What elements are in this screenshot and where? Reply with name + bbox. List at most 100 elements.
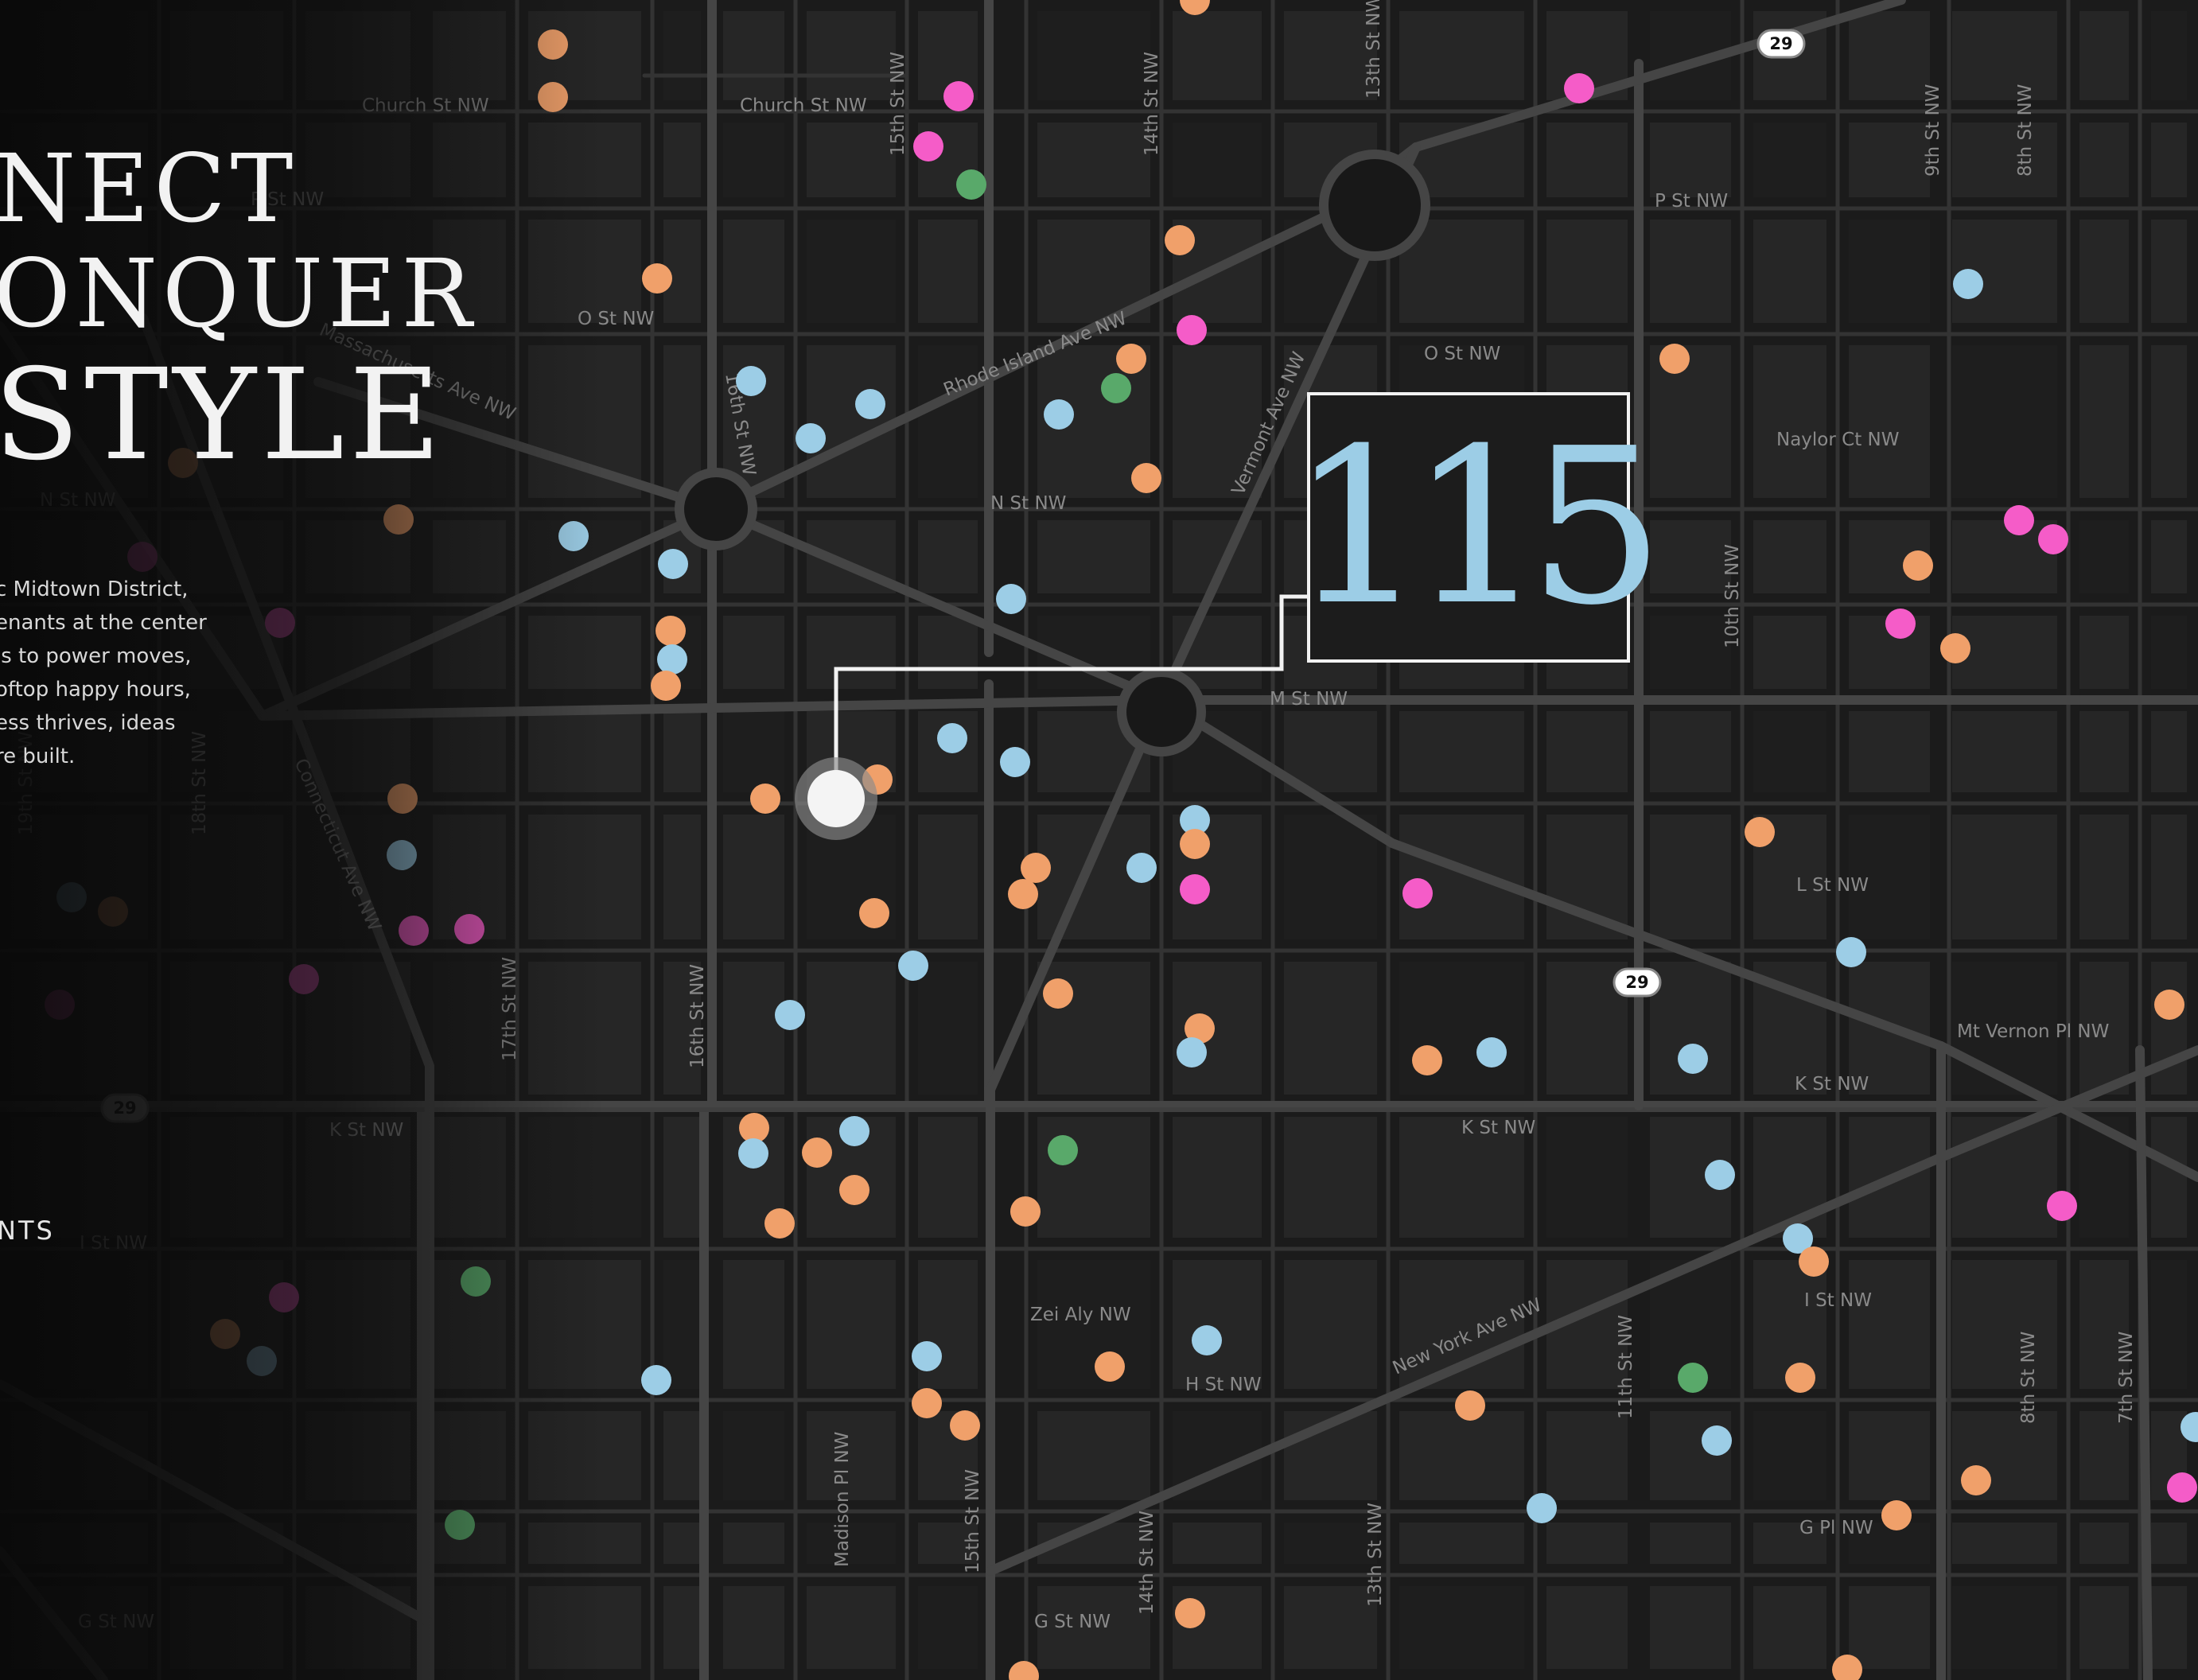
poi-dot-pink[interactable] <box>45 990 75 1020</box>
poi-dot-pink[interactable] <box>2167 1472 2197 1503</box>
poi-dot-orange[interactable] <box>387 784 418 814</box>
poi-dot-blue[interactable] <box>898 951 928 981</box>
poi-dot-pink[interactable] <box>2038 524 2068 554</box>
poi-dot-orange[interactable] <box>1095 1351 1125 1382</box>
poi-dot-orange[interactable] <box>912 1388 942 1418</box>
poi-dot-orange[interactable] <box>1940 633 1970 663</box>
poi-dot-pink[interactable] <box>943 81 974 111</box>
poi-dot-blue[interactable] <box>1044 399 1074 430</box>
poi-dot-blue[interactable] <box>1476 1037 1507 1068</box>
city-block <box>2151 711 2187 792</box>
poi-dot-blue[interactable] <box>56 882 87 912</box>
poi-dot-pink[interactable] <box>913 131 943 161</box>
city-block <box>1037 11 1150 100</box>
poi-dot-orange[interactable] <box>383 504 414 535</box>
poi-dot-pink[interactable] <box>1885 609 1916 639</box>
poi-dot-orange[interactable] <box>1008 879 1038 909</box>
poi-dot-blue[interactable] <box>839 1116 869 1146</box>
city-block <box>1399 11 1524 100</box>
poi-dot-blue[interactable] <box>1126 853 1157 883</box>
poi-dot-orange[interactable] <box>538 29 568 60</box>
poi-dot-orange[interactable] <box>1131 463 1161 493</box>
city-block <box>170 962 283 1095</box>
poi-dot-green[interactable] <box>461 1266 491 1297</box>
poi-dot-orange[interactable] <box>1799 1246 1829 1277</box>
poi-dot-pink[interactable] <box>1180 874 1210 904</box>
poi-dot-blue[interactable] <box>1678 1044 1708 1074</box>
poi-dot-blue[interactable] <box>1527 1493 1557 1523</box>
poi-dot-orange[interactable] <box>1881 1500 1912 1530</box>
poi-dot-blue[interactable] <box>1000 747 1030 777</box>
poi-dot-pink[interactable] <box>127 542 158 572</box>
poi-dot-green[interactable] <box>1048 1135 1078 1165</box>
poi-dot-blue[interactable] <box>912 1341 942 1371</box>
poi-dot-orange[interactable] <box>642 263 672 294</box>
poi-dot-pink[interactable] <box>269 1282 299 1312</box>
poi-dot-orange[interactable] <box>1180 829 1210 859</box>
poi-dot-green[interactable] <box>445 1510 475 1540</box>
poi-dot-green[interactable] <box>1101 373 1131 403</box>
poi-dot-orange[interactable] <box>1412 1045 1442 1075</box>
poi-dot-blue[interactable] <box>558 521 589 551</box>
poi-dot-orange[interactable] <box>538 82 568 112</box>
poi-dot-pink[interactable] <box>1564 73 1594 103</box>
poi-dot-orange[interactable] <box>839 1175 869 1205</box>
poi-dot-pink[interactable] <box>2047 1191 2077 1221</box>
poi-dot-orange[interactable] <box>1165 225 1195 255</box>
poi-dot-pink[interactable] <box>2004 505 2034 535</box>
poi-dot-orange[interactable] <box>1116 344 1146 374</box>
marker-dot[interactable] <box>807 770 865 827</box>
poi-dot-blue[interactable] <box>736 366 766 396</box>
poi-dot-orange[interactable] <box>210 1319 240 1349</box>
poi-dot-orange[interactable] <box>2154 990 2184 1020</box>
poi-dot-orange[interactable] <box>1010 1196 1041 1227</box>
poi-dot-orange[interactable] <box>1659 344 1690 374</box>
poi-dot-pink[interactable] <box>265 608 295 638</box>
poi-dot-blue[interactable] <box>387 840 417 870</box>
location-marker[interactable] <box>795 757 877 840</box>
poi-dot-blue[interactable] <box>1953 269 1983 299</box>
poi-dot-blue[interactable] <box>937 723 967 753</box>
poi-dot-orange[interactable] <box>1961 1465 1991 1495</box>
poi-dot-orange[interactable] <box>651 671 681 701</box>
street-label: I St NW <box>80 1233 147 1254</box>
poi-dot-pink[interactable] <box>289 964 319 994</box>
poi-dot-orange[interactable] <box>1903 550 1933 581</box>
poi-dot-pink[interactable] <box>1177 315 1207 345</box>
poi-dot-orange[interactable] <box>1175 1598 1205 1628</box>
poi-dot-orange[interactable] <box>1745 817 1775 847</box>
poi-dot-orange[interactable] <box>802 1138 832 1168</box>
poi-dot-green[interactable] <box>956 169 986 200</box>
poi-dot-blue[interactable] <box>996 584 1026 614</box>
poi-dot-green[interactable] <box>1678 1363 1708 1393</box>
poi-dot-blue[interactable] <box>657 644 687 675</box>
poi-dot-blue[interactable] <box>775 1000 805 1030</box>
poi-dot-blue[interactable] <box>1192 1325 1222 1355</box>
building-logo-box[interactable]: 115 <box>1290 392 1665 663</box>
poi-dot-orange[interactable] <box>98 896 128 927</box>
poi-dot-orange[interactable] <box>1021 853 1051 883</box>
poi-dot-blue[interactable] <box>796 423 826 453</box>
city-block <box>1284 1117 1377 1238</box>
poi-dot-blue[interactable] <box>738 1138 768 1169</box>
poi-dot-orange[interactable] <box>764 1208 795 1239</box>
poi-dot-blue[interactable] <box>1177 1037 1207 1068</box>
poi-dot-orange[interactable] <box>859 898 889 928</box>
poi-dot-orange[interactable] <box>1455 1390 1485 1421</box>
poi-dot-orange[interactable] <box>1043 978 1073 1009</box>
poi-dot-blue[interactable] <box>1836 937 1866 967</box>
poi-dot-orange[interactable] <box>950 1410 980 1441</box>
poi-dot-orange[interactable] <box>656 616 686 646</box>
poi-dot-blue[interactable] <box>641 1365 671 1395</box>
poi-dot-blue[interactable] <box>247 1346 277 1376</box>
poi-dot-blue[interactable] <box>658 549 688 579</box>
poi-dot-orange[interactable] <box>750 784 780 814</box>
poi-dot-pink[interactable] <box>399 916 429 946</box>
poi-dot-blue[interactable] <box>1705 1160 1735 1190</box>
poi-dot-blue[interactable] <box>855 389 885 419</box>
poi-dot-blue[interactable] <box>1702 1425 1732 1456</box>
roundabout-circle <box>1117 667 1206 756</box>
poi-dot-orange[interactable] <box>1785 1363 1815 1393</box>
poi-dot-pink[interactable] <box>1402 878 1433 908</box>
poi-dot-pink[interactable] <box>454 914 484 944</box>
